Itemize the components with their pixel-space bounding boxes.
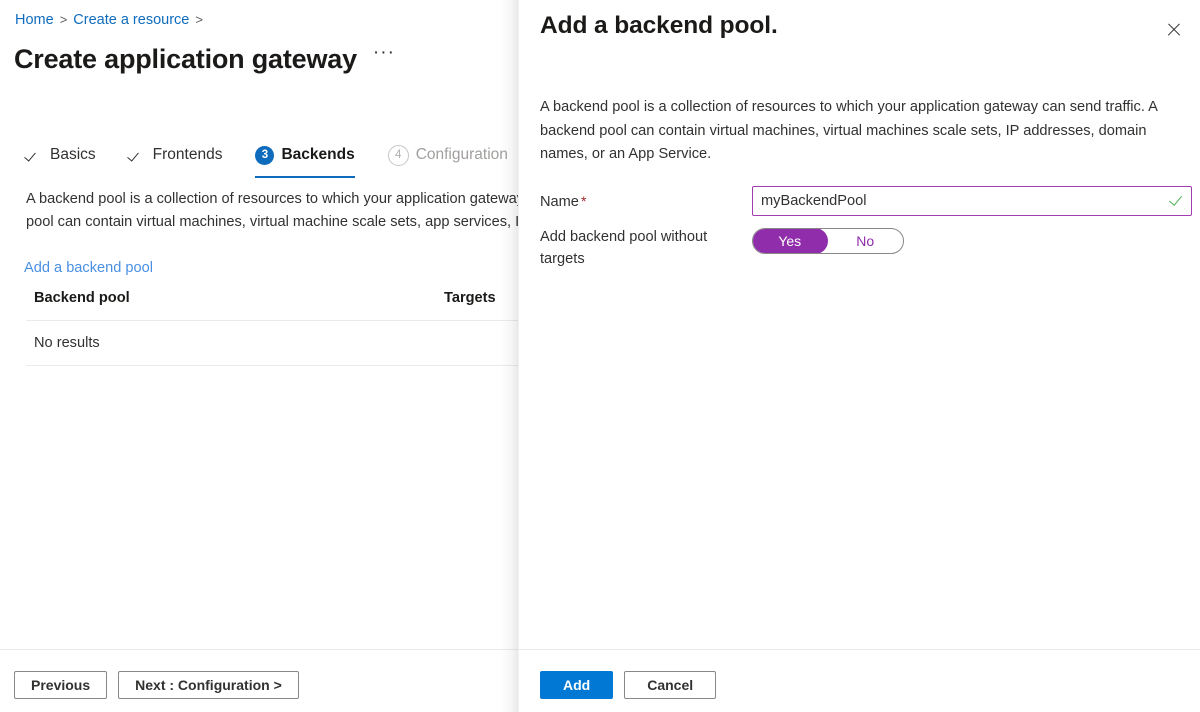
previous-button[interactable]: Previous bbox=[14, 671, 107, 699]
tab-backends[interactable]: 3 Backends bbox=[255, 140, 354, 172]
column-header-backend-pool: Backend pool bbox=[34, 288, 444, 308]
table-header-row: Backend pool Targets bbox=[26, 288, 518, 321]
name-label-text: Name bbox=[540, 194, 579, 210]
add-backend-pool-blade: Add a backend pool. A backend pool is a … bbox=[519, 0, 1200, 712]
toggle-option-yes[interactable]: Yes bbox=[752, 228, 828, 254]
backends-description: A backend pool is a collection of resour… bbox=[26, 188, 518, 234]
cell-no-results: No results bbox=[34, 333, 444, 353]
blade-title: Add a backend pool. bbox=[540, 9, 778, 43]
cell-targets bbox=[444, 333, 518, 353]
without-targets-control: Yes No bbox=[752, 222, 1190, 254]
checkmark-valid-icon bbox=[1169, 193, 1183, 207]
form-row-name: Name* bbox=[540, 186, 1190, 216]
cancel-button[interactable]: Cancel bbox=[624, 671, 716, 699]
column-header-targets: Targets bbox=[444, 288, 518, 308]
tab-basics[interactable]: Basics bbox=[26, 140, 96, 172]
page-title-row: Create application gateway ··· bbox=[14, 40, 395, 78]
step-number-badge-4: 4 bbox=[388, 145, 409, 166]
tab-frontends-label: Frontends bbox=[153, 145, 223, 165]
name-field-control bbox=[752, 186, 1192, 216]
tab-configuration[interactable]: 4 Configuration bbox=[388, 140, 508, 172]
blade-description: A backend pool is a collection of resour… bbox=[540, 96, 1188, 167]
next-configuration-button[interactable]: Next : Configuration > bbox=[118, 671, 299, 699]
breadcrumb: Home > Create a resource > bbox=[15, 10, 209, 30]
page-title: Create application gateway bbox=[14, 40, 357, 78]
name-input-wrapper bbox=[752, 186, 1192, 216]
tab-frontends[interactable]: Frontends bbox=[129, 140, 223, 172]
breadcrumb-item-home[interactable]: Home bbox=[15, 12, 54, 28]
blade-footer: Add Cancel bbox=[519, 649, 1200, 712]
blade-footer-buttons: Add Cancel bbox=[540, 671, 716, 699]
toggle-option-no[interactable]: No bbox=[828, 229, 904, 253]
close-icon[interactable] bbox=[1158, 14, 1188, 44]
add-a-backend-pool-link[interactable]: Add a backend pool bbox=[24, 258, 153, 278]
wizard-step-tabs: Basics Frontends 3 Backends 4 Configurat… bbox=[26, 140, 518, 176]
active-tab-underline bbox=[255, 176, 354, 179]
without-targets-toggle[interactable]: Yes No bbox=[752, 228, 904, 254]
table-row: No results bbox=[26, 321, 518, 366]
wizard-footer-buttons: Previous Next : Configuration > bbox=[14, 671, 299, 699]
wizard-footer: Previous Next : Configuration > bbox=[0, 649, 518, 712]
name-input[interactable] bbox=[752, 186, 1192, 216]
form-row-without-targets: Add backend pool without targets Yes No bbox=[540, 222, 1190, 270]
backend-pool-table: Backend pool Targets No results bbox=[26, 288, 518, 366]
tab-basics-label: Basics bbox=[50, 145, 96, 165]
checkmark-icon bbox=[129, 147, 146, 164]
tab-backends-label: Backends bbox=[281, 145, 354, 165]
checkmark-icon bbox=[26, 147, 43, 164]
tab-configuration-label: Configuration bbox=[416, 145, 508, 165]
add-button[interactable]: Add bbox=[540, 671, 613, 699]
backend-pool-form: Name* Add backend pool without targets Y… bbox=[540, 186, 1190, 276]
breadcrumb-item-create-a-resource[interactable]: Create a resource bbox=[73, 12, 189, 28]
breadcrumb-separator-1: > bbox=[60, 12, 68, 27]
create-application-gateway-wizard: Home > Create a resource > Create applicati… bbox=[0, 0, 518, 712]
more-options-icon[interactable]: ··· bbox=[373, 48, 395, 70]
step-number-badge-3: 3 bbox=[255, 146, 274, 165]
required-marker: * bbox=[581, 193, 586, 209]
breadcrumb-separator-2: > bbox=[195, 12, 203, 27]
close-glyph bbox=[1166, 22, 1181, 37]
name-field-label: Name* bbox=[540, 186, 752, 213]
without-targets-label: Add backend pool without targets bbox=[540, 222, 752, 270]
